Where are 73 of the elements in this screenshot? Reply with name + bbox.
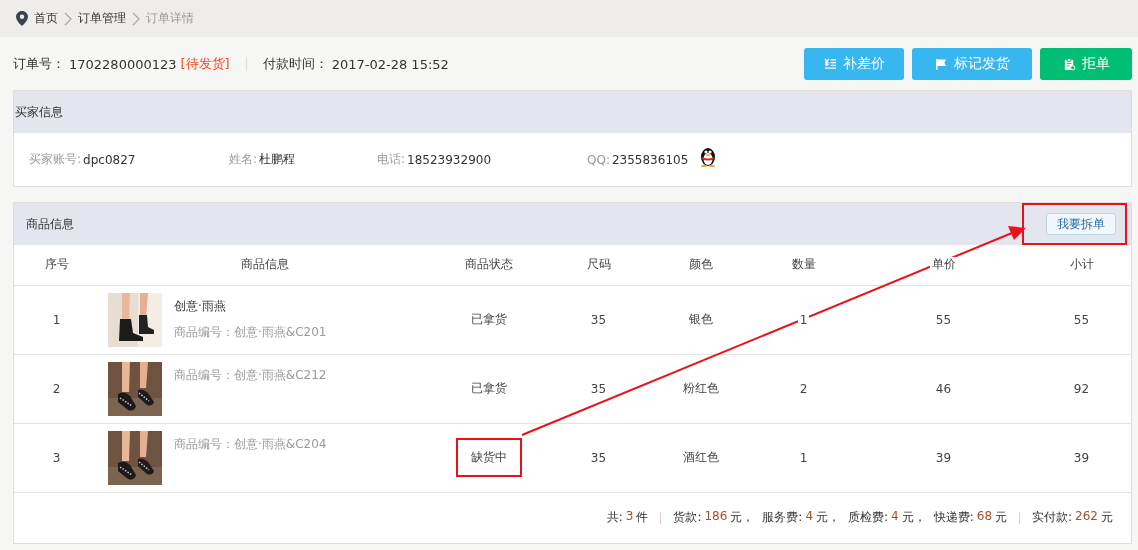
summary-value: 186	[704, 509, 728, 525]
table-cell: 55	[1071, 312, 1092, 327]
table-cell: 粉红色	[681, 381, 721, 395]
table-cell: 35	[588, 312, 609, 327]
field-value: 杜鹏程	[259, 151, 296, 168]
column-header: 序号	[42, 257, 71, 272]
breadcrumb-link[interactable]: 订单管理	[78, 10, 126, 27]
chevron-icon	[64, 11, 72, 26]
field-value: dpc0827	[83, 152, 136, 167]
field-label: 姓名:	[229, 151, 258, 168]
summary-value: 3	[625, 509, 634, 525]
row-number: 3	[14, 423, 99, 492]
summary-unit: 元，	[901, 509, 926, 526]
field-value: 2355836105	[611, 152, 689, 167]
summary-unit: 元	[1101, 509, 1113, 526]
order-status: [待发货]	[180, 55, 230, 73]
column-header: 数量	[789, 257, 818, 272]
product-code: 商品编号：创意·雨燕&C201	[174, 323, 327, 341]
table-cell: 39	[1071, 450, 1092, 465]
column-header: 颜色	[687, 257, 715, 272]
panel-title: 商品信息	[26, 215, 74, 233]
order-number: 1702280000123	[69, 56, 177, 72]
product-name: 创意·雨燕	[174, 297, 227, 315]
product-code: 商品编号：创意·雨燕&C212	[174, 366, 327, 384]
summary-unit: 元，	[730, 509, 755, 526]
summary-label: 快递费:	[933, 509, 974, 526]
summary-value: 4	[805, 509, 814, 525]
summary-label: 服务费:	[762, 509, 803, 526]
column-header: 尺码	[584, 257, 613, 272]
table-cell: 2	[797, 381, 810, 396]
field-label: 买家账号:	[29, 151, 82, 168]
table-cell: 39	[933, 450, 954, 465]
table-cell: 35	[588, 450, 609, 465]
summary-label: 共:	[606, 509, 623, 526]
summary-label: 货款:	[673, 509, 702, 526]
panel-title: 买家信息	[15, 103, 63, 121]
summary-label: 质检费:	[848, 509, 889, 526]
column-header: 小计	[1067, 257, 1096, 272]
split-order-button[interactable]: 我要拆单	[1046, 213, 1116, 235]
summary-value: 68	[976, 509, 993, 525]
payment-time: 2017-02-28 15:52	[331, 56, 449, 72]
summary-value: 4	[891, 509, 899, 525]
product-status: 缺货中	[470, 450, 507, 464]
breadcrumb-link[interactable]: 首页	[34, 10, 58, 27]
order-number-label: 订单号：	[13, 55, 65, 73]
summary-unit: 元	[995, 509, 1008, 526]
table-cell: 35	[588, 381, 609, 396]
column-header: 商品状态	[462, 257, 515, 272]
table-cell: 银色	[687, 312, 715, 326]
summary-unit: 件	[636, 509, 649, 526]
table-cell: 55	[933, 312, 954, 327]
yen-list-icon	[823, 57, 837, 71]
chevron-icon	[132, 11, 140, 26]
field-value: 18523932900	[407, 152, 492, 167]
field-label: 电话:	[377, 151, 406, 168]
payment-time-label: 付款时间：	[262, 55, 328, 73]
table-cell: 46	[933, 381, 954, 396]
product-status: 已拿货	[470, 381, 507, 395]
column-header: 单价	[929, 257, 958, 272]
summary-value: 262	[1075, 509, 1098, 525]
product-status: 已拿货	[470, 312, 507, 326]
flag-icon	[934, 57, 948, 71]
product-code: 商品编号：创意·雨燕&C204	[174, 435, 327, 453]
summary-label: 实付款:	[1032, 509, 1073, 526]
field-label: QQ:	[587, 152, 610, 167]
row-number: 1	[14, 285, 99, 354]
column-header: 商品信息	[239, 257, 291, 272]
table-cell: 1	[797, 312, 810, 327]
location-pin-icon	[16, 11, 28, 26]
table-cell: 酒红色	[681, 450, 721, 464]
summary-unit: 元，	[816, 509, 841, 526]
row-number: 2	[14, 354, 99, 423]
clipboard-icon	[1062, 57, 1076, 71]
